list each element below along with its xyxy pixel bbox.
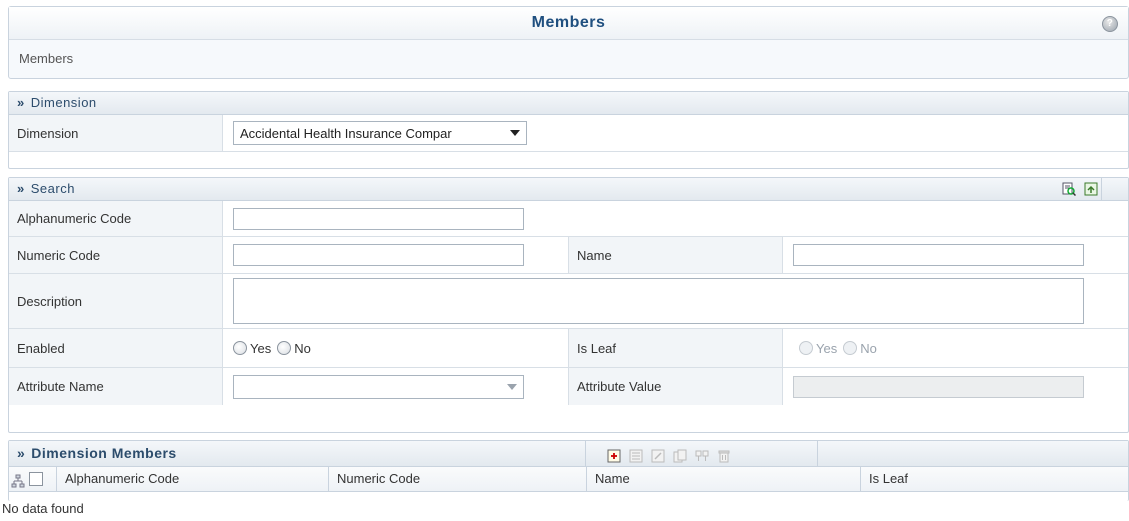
breadcrumb: Members <box>19 51 74 66</box>
members-grid-header: Alphanumeric Code Numeric Code Name Is L… <box>9 467 1128 492</box>
copy-icon[interactable] <box>673 446 687 463</box>
numeric-code-label: Numeric Code <box>9 237 223 273</box>
description-label: Description <box>9 274 223 328</box>
attribute-value-label: Attribute Value <box>569 368 783 405</box>
column-header-name[interactable]: Name <box>587 467 861 491</box>
collapse-chevron-icon[interactable]: » <box>17 181 25 196</box>
reset-icon[interactable] <box>1084 181 1098 196</box>
is-leaf-yes-radio[interactable] <box>799 341 813 355</box>
add-icon[interactable] <box>607 446 621 463</box>
edit-icon[interactable] <box>651 446 665 463</box>
hierarchy-toggle-cell <box>9 467 57 491</box>
is-leaf-no-radio[interactable] <box>843 341 858 355</box>
collapse-chevron-icon[interactable]: » <box>17 95 25 110</box>
enabled-label: Enabled <box>9 329 223 367</box>
no-data-message: No data found <box>2 501 84 516</box>
attribute-name-select[interactable] <box>233 374 524 399</box>
title-panel: Members ? Members <box>8 6 1129 79</box>
name-label: Name <box>569 237 783 273</box>
dimension-panel-header[interactable]: » Dimension <box>9 92 1128 115</box>
attribute-name-label: Attribute Name <box>9 368 223 405</box>
description-input[interactable] <box>233 278 1084 324</box>
dimension-label: Dimension <box>9 115 223 151</box>
toolbar-divider <box>585 441 586 466</box>
view-icon[interactable] <box>629 446 643 463</box>
properties-icon[interactable] <box>695 446 709 461</box>
dimension-row: Dimension Accidental Health Insurance Co… <box>9 115 1128 152</box>
help-icon[interactable]: ? <box>1102 16 1118 32</box>
search-panel: »Search Alphanumeric Code Numeric Code <box>8 177 1129 433</box>
numeric-code-input[interactable] <box>233 244 524 266</box>
alphanumeric-code-label: Alphanumeric Code <box>9 201 223 236</box>
is-leaf-label: Is Leaf <box>569 329 783 367</box>
numeric-code-row: Numeric Code Name <box>9 237 1128 274</box>
dimension-select[interactable]: Accidental Health Insurance Compar <box>233 121 527 145</box>
dimension-select-value: Accidental Health Insurance Compar <box>240 125 452 141</box>
search-panel-header[interactable]: » Search <box>9 178 1128 201</box>
toolbar-divider <box>1101 178 1102 200</box>
column-header-numeric-code[interactable]: Numeric Code <box>329 467 587 491</box>
name-input[interactable] <box>793 244 1084 266</box>
enabled-no-radio[interactable] <box>277 341 292 355</box>
is-leaf-yes-label: Yes <box>816 340 838 356</box>
column-header-is-leaf[interactable]: Is Leaf <box>861 467 1128 491</box>
dimension-panel: » Dimension Dimension Accidental Health I… <box>8 91 1129 169</box>
column-header-alphanumeric-code[interactable]: Alphanumeric Code <box>57 467 329 491</box>
alphanumeric-code-row: Alphanumeric Code <box>9 201 1128 237</box>
chevron-down-icon <box>507 383 517 390</box>
search-icon[interactable] <box>1062 181 1077 197</box>
enabled-no-label: No <box>294 340 311 356</box>
delete-icon[interactable] <box>717 446 731 463</box>
enabled-yes-radio[interactable] <box>233 341 247 355</box>
title-bar: Members ? <box>9 7 1128 40</box>
description-row: Description <box>9 274 1128 329</box>
chevron-down-icon <box>510 130 520 136</box>
page-title: Members <box>531 14 606 31</box>
is-leaf-no-label: No <box>860 340 877 356</box>
enabled-yes-label: Yes <box>250 340 272 356</box>
alphanumeric-code-input[interactable] <box>233 207 524 230</box>
collapse-chevron-icon[interactable]: » <box>17 445 25 461</box>
attribute-value-input[interactable] <box>793 375 1084 398</box>
toolbar-divider <box>817 441 818 466</box>
page-frame: Members ? Members » Dimension Dimension A… <box>8 6 1129 521</box>
members-panel-header[interactable]: » Dimension Members <box>9 441 1128 467</box>
attribute-row: Attribute Name Attribute Value <box>9 368 1128 405</box>
enabled-row: Enabled Yes No Is Leaf Yes No <box>9 329 1128 368</box>
members-panel: » Dimension Members Alphanumeric Code Nu… <box>8 440 1129 501</box>
hierarchy-icon[interactable] <box>11 472 25 488</box>
select-all-checkbox[interactable] <box>29 472 43 486</box>
